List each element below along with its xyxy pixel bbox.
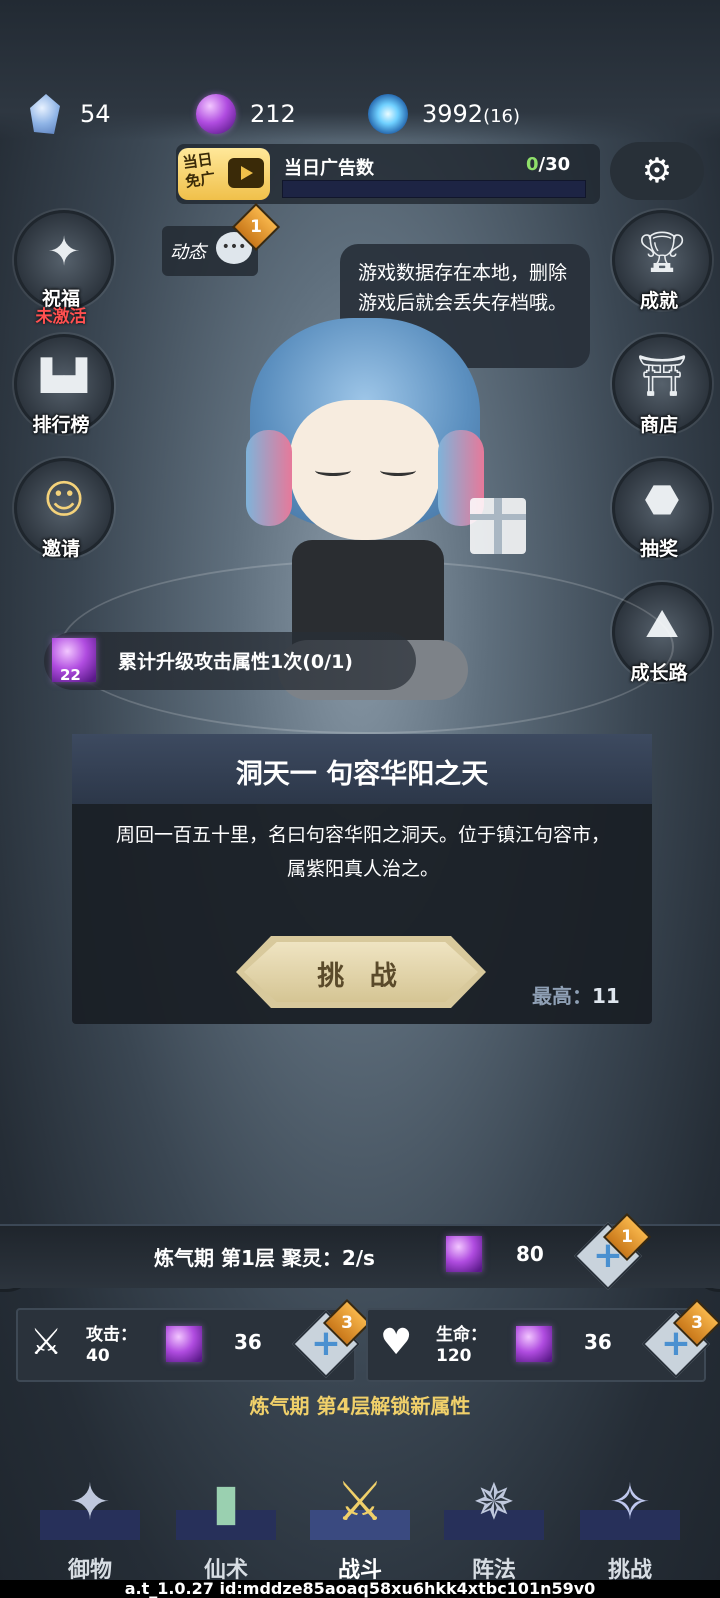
- orb-resource: 212: [196, 88, 296, 140]
- character-eye: [315, 465, 351, 476]
- headphone-left: [246, 430, 292, 526]
- podium-icon: ▙▟: [40, 358, 88, 394]
- dynamic-label: 动态: [170, 242, 206, 263]
- upgrade-task-strip[interactable]: 22 累计升级攻击属性1次(0/1): [44, 632, 416, 690]
- lottery-icon: ⬣: [644, 477, 680, 524]
- crystal-resource: 54: [26, 88, 111, 140]
- nav-item-battle[interactable]: ⚔ 战斗: [300, 1448, 420, 1583]
- formation-icon: ✵: [473, 1473, 515, 1531]
- invite-label: 邀请: [41, 538, 80, 560]
- purple-orb-icon: [196, 94, 236, 134]
- purple-orb-icon: [516, 1326, 552, 1362]
- challenge-icon: ✧: [609, 1473, 651, 1531]
- spell-card-icon: ▮: [212, 1473, 240, 1531]
- gear-icon: ⚙: [641, 151, 673, 191]
- character-face: [290, 400, 440, 540]
- sword-icon: ⚔: [30, 1322, 63, 1363]
- lottery-label: 抽奖: [639, 538, 678, 560]
- character-eye: [380, 465, 416, 476]
- ad-progress-bar: [282, 180, 586, 198]
- nav-item-objects[interactable]: ✦ 御物: [30, 1448, 150, 1583]
- settings-button[interactable]: ⚙: [610, 142, 704, 200]
- best-record: 最高：11: [532, 984, 620, 1008]
- task-level: 22: [60, 666, 81, 684]
- gift-icon[interactable]: [470, 498, 526, 554]
- lightning-orb-icon: [368, 94, 408, 134]
- leaderboard-label: 排行榜: [32, 414, 90, 436]
- cultivation-text: 炼气期 第1层 聚灵：2/s: [154, 1246, 375, 1270]
- shop-label: 商店: [639, 414, 678, 436]
- ad-count-label: 当日广告数: [284, 158, 374, 179]
- challenge-button[interactable]: 挑 战: [236, 936, 486, 1008]
- purple-orb-icon: [166, 1326, 202, 1362]
- compass-star-icon: ✦: [47, 229, 81, 276]
- nav-item-challenge[interactable]: ✧ 挑战: [570, 1448, 690, 1583]
- cultivation-cost: 80: [516, 1242, 544, 1266]
- task-text: 累计升级攻击属性1次(0/1): [118, 651, 353, 673]
- battle-trident-icon: ⚔: [335, 1470, 385, 1533]
- stage-title: 洞天一 句容华阳之天: [235, 759, 489, 790]
- stage-description: 周回一百五十里，名曰句容华阳之洞天。位于镇江句容市，属紫阳真人治之。: [115, 824, 610, 880]
- tv-play-icon: [228, 158, 264, 188]
- crystal-icon: [30, 94, 60, 134]
- heart-icon: ♥: [380, 1322, 413, 1363]
- nav-item-spells[interactable]: ▮ 仙术: [166, 1448, 286, 1583]
- ad-count-value: 0/30: [526, 154, 571, 175]
- trophy-icon: 🏆︎: [636, 229, 688, 276]
- energy-resource: 3992(16): [368, 88, 520, 140]
- achievement-label: 成就: [639, 290, 678, 312]
- ad-free-button[interactable]: 当日 免广: [178, 148, 270, 200]
- version-footer: a.t_1.0.27 id:mddze85aoaq58xu6hkk4xtbc10…: [0, 1580, 720, 1598]
- invite-user-icon: ☺: [43, 477, 85, 524]
- orb-count: 212: [250, 100, 296, 128]
- energy-count: 3992(16): [422, 100, 521, 128]
- unlock-hint: 炼气期 第4层解锁新属性: [249, 1394, 471, 1418]
- purple-orb-icon: [446, 1236, 482, 1272]
- shop-icon: ⛩: [636, 353, 688, 400]
- flying-sword-icon: ✦: [69, 1473, 111, 1531]
- nav-item-formation[interactable]: ✵ 阵法: [434, 1448, 554, 1583]
- blessing-status: 未激活: [35, 307, 87, 327]
- crystal-count: 54: [80, 100, 111, 128]
